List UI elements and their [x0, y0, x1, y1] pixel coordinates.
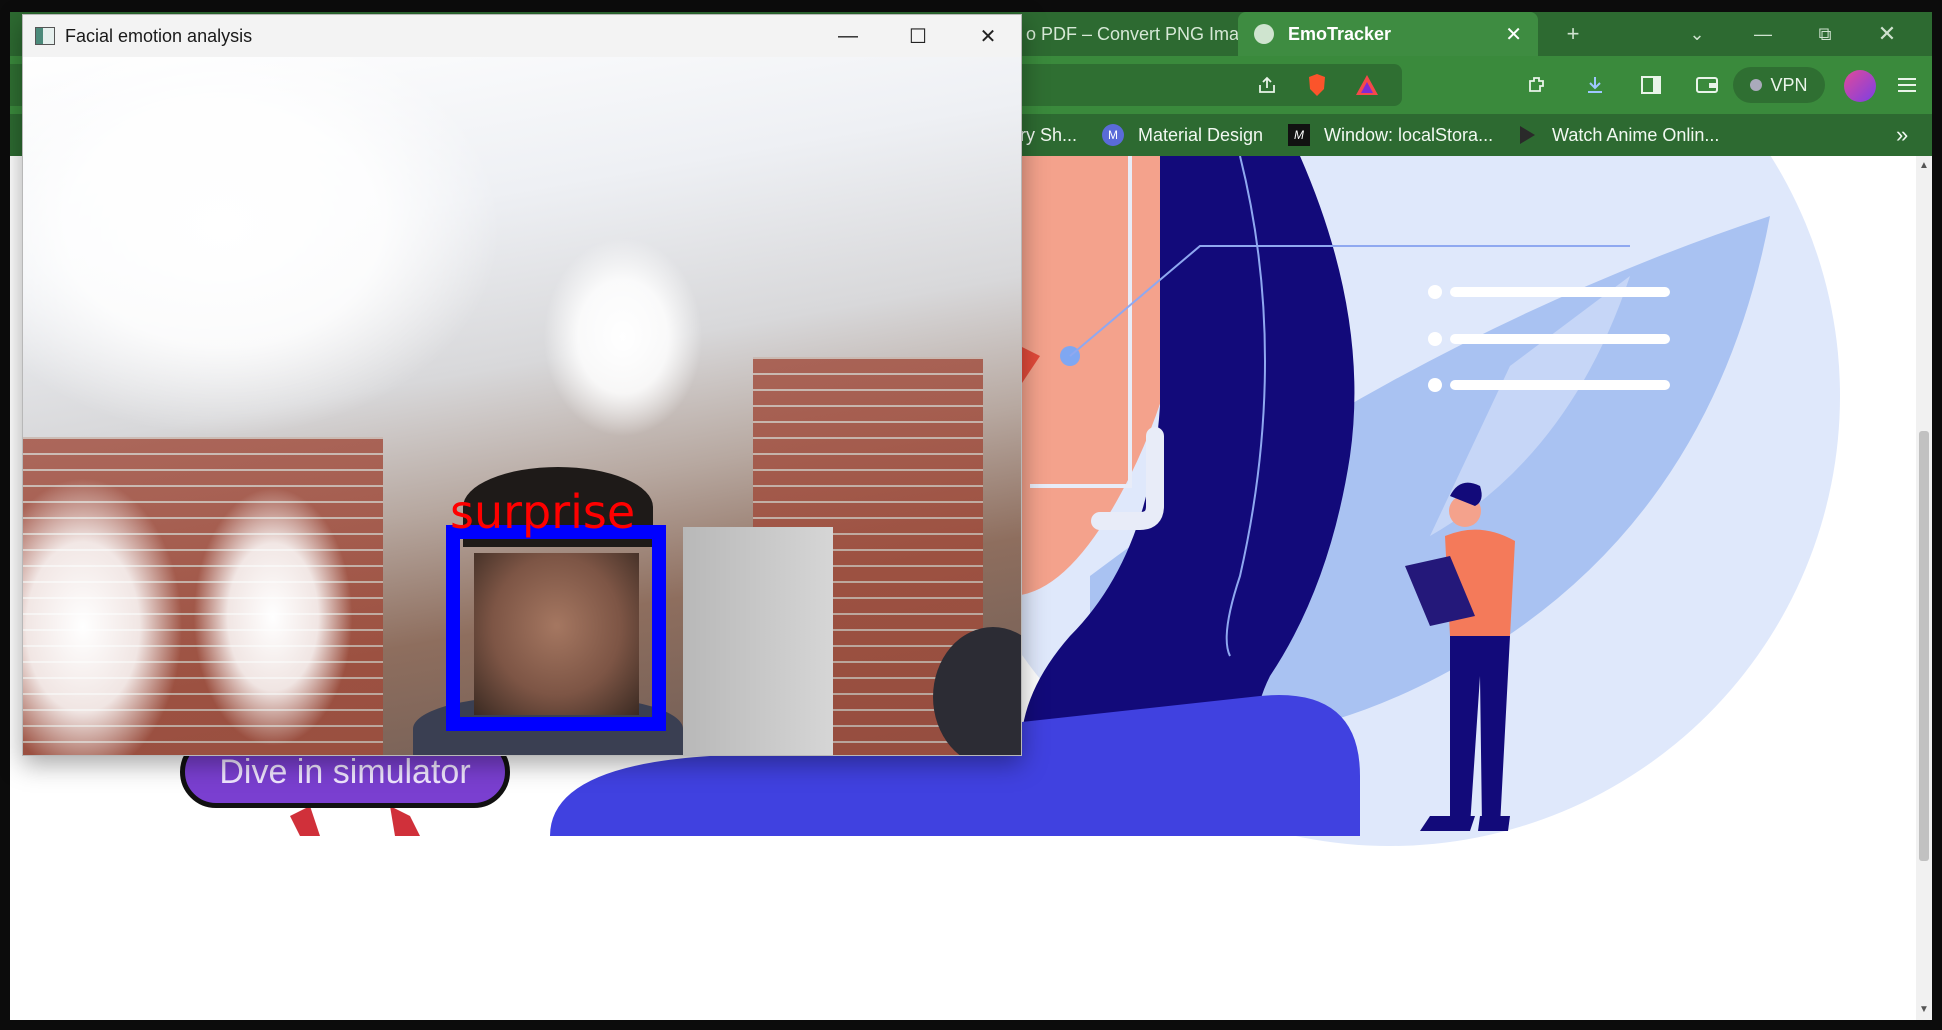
bookmark-window-localstorage[interactable]: M Window: localStora... [1288, 114, 1493, 156]
light-glare [23, 57, 503, 437]
emotion-close-button[interactable]: ✕ [953, 15, 1021, 57]
play-icon [1516, 124, 1538, 146]
bookmarks-overflow-button[interactable]: » [1896, 114, 1908, 156]
tab-emotracker[interactable]: EmoTracker ✕ [1238, 12, 1538, 56]
scroll-thumb[interactable] [1919, 431, 1929, 861]
minimize-button[interactable]: — [1738, 12, 1788, 56]
vpn-status-icon [1750, 79, 1763, 91]
tab-png-to-pdf[interactable]: o PDF – Convert PNG Ima [1010, 12, 1238, 56]
app-icon [35, 27, 55, 45]
material-icon: M [1102, 124, 1124, 146]
globe-icon [1254, 24, 1274, 44]
vpn-label: VPN [1770, 74, 1808, 95]
tab-search-icon[interactable]: ⌄ [1672, 12, 1722, 56]
cabinet [683, 527, 833, 755]
tab-label: EmoTracker [1288, 23, 1392, 44]
profile-avatar[interactable] [1844, 70, 1876, 102]
page-scrollbar[interactable]: ▲ ▼ [1916, 156, 1932, 1020]
face-detection-box [446, 525, 666, 731]
close-window-button[interactable]: ✕ [1862, 12, 1912, 56]
tab-close-icon[interactable]: ✕ [1485, 22, 1522, 47]
emotion-analysis-window: Facial emotion analysis — ☐ ✕ surprise [22, 14, 1022, 756]
bookmark-material-design[interactable]: M Material Design [1102, 114, 1263, 156]
extensions-icon[interactable] [1522, 70, 1552, 100]
bookmark-label: Material Design [1138, 124, 1264, 145]
sidebar-icon[interactable] [1636, 70, 1666, 100]
menu-icon[interactable] [1892, 70, 1922, 100]
wallet-icon[interactable] [1692, 70, 1722, 100]
emotion-maximize-button[interactable]: ☐ [883, 15, 953, 57]
emotion-minimize-button[interactable]: — [813, 15, 883, 57]
brave-shields-icon[interactable] [1302, 70, 1332, 100]
window-glare-right [193, 487, 353, 747]
restore-button[interactable]: ⧉ [1800, 12, 1850, 56]
emotion-window-titlebar[interactable]: Facial emotion analysis — ☐ ✕ [23, 15, 1021, 57]
window-title: Facial emotion analysis [65, 25, 253, 46]
new-tab-button[interactable]: + [1548, 12, 1598, 56]
brave-rewards-icon[interactable] [1352, 70, 1382, 100]
bookmark-watch-anime[interactable]: Watch Anime Onlin... [1516, 114, 1719, 156]
detected-face [474, 553, 639, 715]
ceiling-light [543, 237, 703, 437]
tab-label: o PDF – Convert PNG Ima [1026, 23, 1238, 44]
bookmark-label: Watch Anime Onlin... [1552, 124, 1720, 145]
download-icon[interactable] [1580, 70, 1610, 100]
scroll-up-icon[interactable]: ▲ [1918, 160, 1930, 172]
camera-feed: surprise [23, 57, 1021, 755]
mdn-icon: M [1288, 124, 1310, 146]
scroll-down-icon[interactable]: ▼ [1918, 1004, 1930, 1016]
emotion-label: surprise [450, 485, 636, 539]
bookmark-label: Window: localStora... [1324, 124, 1494, 145]
share-icon[interactable] [1252, 70, 1282, 100]
vpn-button[interactable]: VPN [1733, 67, 1825, 103]
